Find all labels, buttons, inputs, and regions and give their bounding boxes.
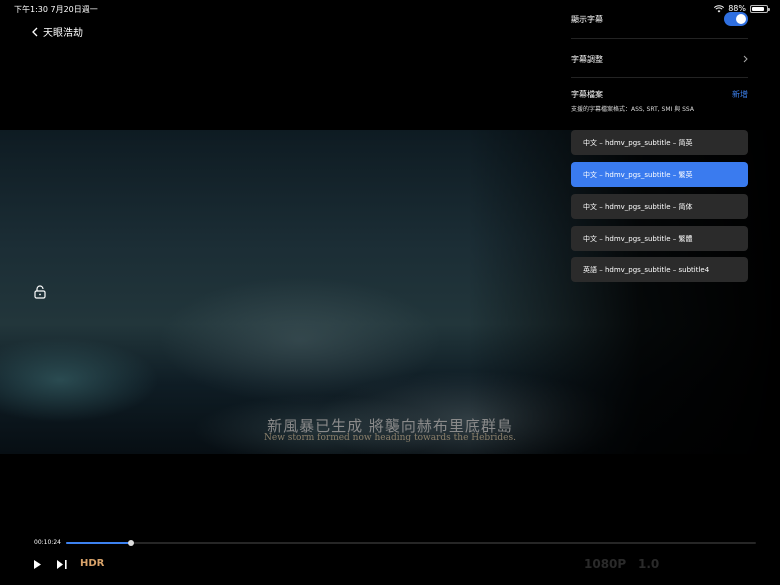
divider [571, 38, 748, 39]
subtitle-english: New storm formed now heading towards the… [264, 433, 516, 443]
subtitle-track-item[interactable]: 中文 – hdmv_pgs_subtitle – 繁英 [571, 162, 748, 187]
playback-speed-button[interactable]: 1.0 [638, 557, 659, 571]
subtitle-track-item[interactable]: 中文 – hdmv_pgs_subtitle – 简英 [571, 130, 748, 155]
show-subtitles-label: 顯示字幕 [571, 14, 603, 24]
chevron-right-icon [743, 55, 748, 63]
subtitle-files-label: 字幕檔案 [571, 90, 603, 99]
chevron-left-icon [32, 27, 38, 36]
add-subtitle-button[interactable]: 新增 [732, 89, 748, 100]
subtitle-files-section: 字幕檔案 新增 支援的字幕檔案格式：ASS, SRT, SMI 與 SSA [571, 89, 748, 113]
progress-handle[interactable] [127, 540, 134, 546]
subtitle-track-item[interactable]: 中文 – hdmv_pgs_subtitle – 简体 [571, 194, 748, 219]
status-time-date: 下午1:30 7月20日週一 [14, 5, 98, 14]
back-button[interactable]: 天眼浩劫 [32, 24, 83, 39]
divider [571, 77, 748, 78]
subtitle-track-label: 中文 – hdmv_pgs_subtitle – 简英 [583, 138, 693, 147]
show-subtitles-row: 顯示字幕 [571, 10, 748, 28]
show-subtitles-toggle[interactable] [724, 12, 748, 26]
unlock-icon[interactable] [34, 285, 46, 299]
play-icon[interactable] [33, 559, 42, 570]
supported-formats-text: 支援的字幕檔案格式：ASS, SRT, SMI 與 SSA [571, 106, 694, 113]
hdr-button[interactable]: HDR [80, 558, 104, 569]
skip-next-icon[interactable] [56, 559, 68, 570]
subtitle-panel: 顯示字幕 字幕調整 字幕檔案 新增 支援的字幕檔案格式：ASS, SRT, SM… [560, 0, 780, 300]
subtitle-adjust-row[interactable]: 字幕調整 [571, 50, 748, 68]
subtitle-adjust-label: 字幕調整 [571, 54, 603, 64]
progress-bar[interactable] [66, 540, 756, 546]
back-title: 天眼浩劫 [43, 28, 83, 39]
toggle-knob [736, 14, 746, 24]
subtitle-track-item[interactable]: 中文 – hdmv_pgs_subtitle – 繁體 [571, 226, 748, 251]
elapsed-time: 00:10:24 [34, 539, 61, 546]
subtitle-track-item[interactable]: 英語 – hdmv_pgs_subtitle – subtitle4 [571, 257, 748, 282]
subtitle-track-label: 中文 – hdmv_pgs_subtitle – 繁體 [583, 234, 693, 243]
subtitle-track-label: 中文 – hdmv_pgs_subtitle – 简体 [583, 202, 693, 211]
subtitle-track-label: 英語 – hdmv_pgs_subtitle – subtitle4 [583, 265, 710, 274]
subtitle-track-label: 中文 – hdmv_pgs_subtitle – 繁英 [583, 170, 693, 179]
progress-fill [66, 542, 131, 544]
resolution-button[interactable]: 1080P [584, 557, 626, 571]
